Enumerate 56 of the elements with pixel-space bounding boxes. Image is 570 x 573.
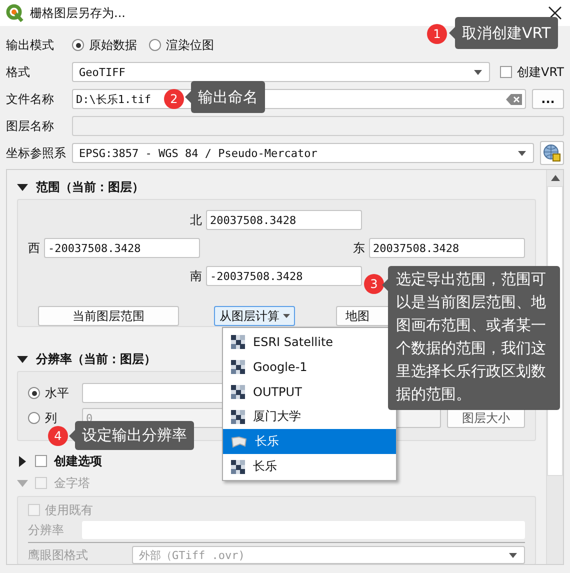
west-field[interactable]: -20037508.3428 [44, 238, 200, 258]
collapse-triangle-icon[interactable] [17, 354, 28, 364]
browse-button[interactable]: ... [532, 89, 564, 109]
field-label: 输出模式 [6, 36, 55, 54]
format-dropdown[interactable]: GeoTIFF [72, 62, 490, 82]
coordinate-label: 东 [353, 240, 365, 256]
collapse-triangle-icon[interactable] [17, 182, 28, 192]
annotation-tooltip: 输出命名 [185, 81, 265, 113]
close-icon [548, 6, 562, 20]
raster-layer-icon [231, 360, 245, 374]
section-title: 金字塔 [54, 474, 90, 492]
north-field[interactable]: 20037508.3428 [206, 210, 362, 230]
menu-item[interactable]: 长乐 [223, 454, 396, 479]
crs-dropdown[interactable]: EPSG:3857 - WGS 84 / Pseudo-Mercator [72, 143, 534, 163]
number-badge: 1 [427, 24, 447, 44]
raster-layer-icon [231, 460, 245, 474]
dropdown-arrow-icon [508, 552, 518, 558]
dropdown-arrow-icon [517, 150, 527, 156]
south-field[interactable]: -20037508.3428 [206, 266, 362, 286]
dropdown-arrow-icon [472, 68, 483, 76]
checkbox[interactable] [35, 455, 47, 467]
raster-layer-icon [231, 334, 245, 348]
field-label: 图层名称 [6, 118, 55, 134]
field-label: 鹰眼图格式 [28, 546, 89, 564]
annotation-tooltip: 取消创建VRT [449, 17, 558, 49]
radio-button[interactable]: 水平 [28, 384, 76, 402]
raster-layer-icon [231, 384, 245, 398]
section-title: 范围（当前：图层） [36, 178, 144, 196]
coordinate-label: 西 [28, 240, 40, 256]
qgis-logo-icon [6, 4, 24, 22]
field-label: 分辨率 [28, 522, 65, 538]
extent-button[interactable]: 当前图层范围 [38, 306, 180, 326]
radio-button[interactable]: 渲染位图 [149, 36, 214, 54]
checkbox[interactable]: 创建VRT [500, 64, 564, 80]
scroll-up-icon [550, 175, 560, 181]
section-title: 创建选项 [54, 452, 102, 470]
coordinate-label: 南 [190, 268, 202, 284]
annotation-tooltip: 设定输出分辨率 [69, 421, 194, 450]
menu-item[interactable]: 长乐 [223, 429, 396, 454]
window-title: 栅格图层另存为... [30, 4, 126, 22]
dropdown-button[interactable]: 从图层计算 [214, 306, 296, 326]
annotation-tooltip: 选定导出范围，范围可以是当前图层范围、地图画布范围、或者某一个数据的范围，我们这里选择长乐行政区划数据的范围。 [382, 266, 560, 410]
field-label: 文件名称 [6, 90, 55, 108]
expand-triangle-icon[interactable] [17, 456, 28, 466]
clear-icon [506, 94, 522, 104]
polygon-layer-icon [231, 436, 247, 448]
raster-layer-icon [231, 410, 245, 424]
dropdown-arrow-icon [283, 314, 290, 318]
radio-button[interactable]: 原始数据 [72, 36, 137, 54]
layer-size-button[interactable]: 图层大小 [447, 408, 525, 428]
coordinate-label: 北 [190, 212, 202, 228]
section-title: 分辨率（当前：图层） [36, 350, 156, 368]
field-label: 坐标参照系 [6, 144, 66, 162]
east-field[interactable]: 20037508.3428 [369, 238, 525, 258]
crs-select-button[interactable] [540, 141, 564, 165]
field-label: 格式 [6, 64, 31, 80]
